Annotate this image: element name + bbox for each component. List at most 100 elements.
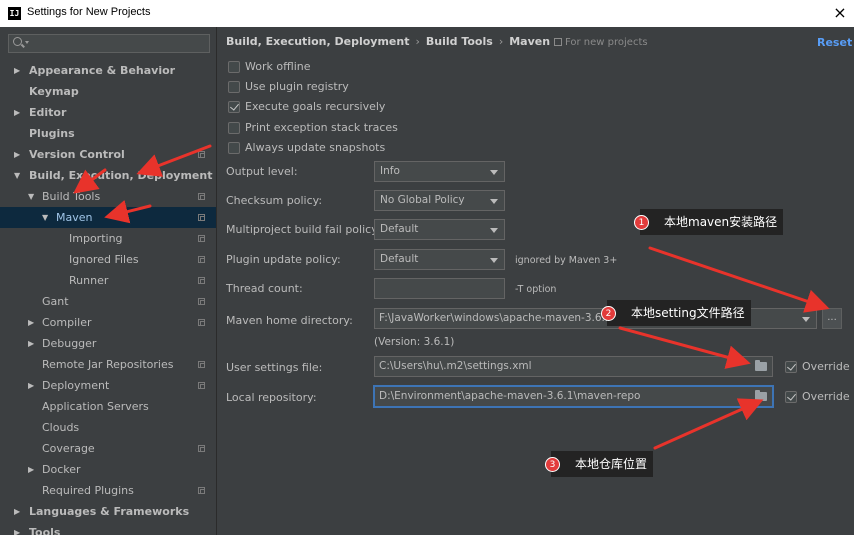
expand-arrow-right-icon[interactable]: ▶ <box>14 102 24 123</box>
checkbox-box[interactable] <box>228 122 240 134</box>
checkbox-box[interactable] <box>228 81 240 93</box>
expand-arrow-right-icon[interactable]: ▶ <box>28 312 38 333</box>
checkbox-label[interactable]: Use plugin registry <box>245 80 349 93</box>
sidebar-item-label: Plugins <box>29 127 75 140</box>
project-scope-icon <box>198 277 205 284</box>
sidebar-item-label: Debugger <box>42 337 97 350</box>
expand-arrow-right-icon[interactable]: ▶ <box>14 60 24 81</box>
for-new-projects-label: For new projects <box>565 37 648 48</box>
sidebar-item-maven[interactable]: ▼ Maven <box>0 207 216 228</box>
checkbox-label[interactable]: Always update snapshots <box>245 141 385 154</box>
sidebar-item-label: Tools <box>29 526 61 535</box>
sidebar-item-appearance-behavior[interactable]: ▶ Appearance & Behavior <box>0 60 216 81</box>
expand-arrow-right-icon[interactable]: ▶ <box>28 459 38 480</box>
expand-arrow-right-icon[interactable]: ▶ <box>14 501 24 522</box>
checkbox-box-checked[interactable] <box>228 101 240 113</box>
plugin-update-hint: ignored by Maven 3+ <box>515 255 618 266</box>
user-settings-label: User settings file: <box>226 361 323 374</box>
sidebar-item-label: Version Control <box>29 148 125 161</box>
checkbox-box-checked[interactable] <box>785 361 797 373</box>
sidebar-item-plugins[interactable]: Plugins <box>0 123 216 144</box>
expand-arrow-right-icon[interactable]: ▶ <box>14 144 24 165</box>
sidebar-item-runner[interactable]: Runner <box>0 270 216 291</box>
thread-count-hint: -T option <box>515 284 557 295</box>
expand-arrow-right-icon[interactable]: ▶ <box>28 333 38 354</box>
project-scope-icon <box>198 193 205 200</box>
annotation-callout-3: 3 本地仓库位置 <box>545 451 654 477</box>
sidebar-item-label: Keymap <box>29 85 79 98</box>
intellij-app-icon: IJ <box>8 7 21 20</box>
override-label[interactable]: Override <box>802 390 850 403</box>
thread-count-input[interactable] <box>374 278 505 299</box>
sidebar-item-required-plugins[interactable]: Required Plugins <box>0 480 216 501</box>
project-scope-icon <box>198 487 205 494</box>
folder-icon[interactable] <box>755 360 767 371</box>
project-scope-icon <box>198 151 205 158</box>
project-icon <box>554 38 562 46</box>
checkbox-box[interactable] <box>228 61 240 73</box>
close-button[interactable]: × <box>832 3 848 23</box>
breadcrumb-build-tools[interactable]: Build Tools <box>426 35 493 48</box>
sidebar-item-build-execution-deployment[interactable]: ▼ Build, Execution, Deployment <box>0 165 216 186</box>
sidebar-item-languages-frameworks[interactable]: ▶ Languages & Frameworks <box>0 501 216 522</box>
breadcrumb-separator: › <box>415 35 420 48</box>
plugin-update-policy-select[interactable]: Default <box>374 249 505 270</box>
window-title: Settings for New Projects <box>27 6 151 18</box>
sidebar-item-version-control[interactable]: ▶ Version Control <box>0 144 216 165</box>
plugin-update-policy-label: Plugin update policy: <box>226 253 341 266</box>
checksum-policy-select[interactable]: No Global Policy <box>374 190 505 211</box>
sidebar-item-coverage[interactable]: Coverage <box>0 438 216 459</box>
sidebar-item-clouds[interactable]: Clouds <box>0 417 216 438</box>
settings-tree: ▶ Appearance & Behavior Keymap ▶ Editor Plugi… <box>0 60 216 535</box>
checkbox-label[interactable]: Work offline <box>245 60 311 73</box>
sidebar-item-compiler[interactable]: ▶ Compiler <box>0 312 216 333</box>
expand-arrow-down-icon[interactable]: ▼ <box>14 165 24 186</box>
maven-home-value: F:\JavaWorker\windows\apache-maven-3.6.1 <box>379 312 612 324</box>
local-repository-label: Local repository: <box>226 391 317 404</box>
sidebar-item-editor[interactable]: ▶ Editor <box>0 102 216 123</box>
checkbox-box-checked[interactable] <box>785 391 797 403</box>
expand-arrow-right-icon[interactable]: ▶ <box>14 522 24 535</box>
chevron-down-icon <box>490 170 498 175</box>
local-repository-input[interactable]: D:\Environment\apache-maven-3.6.1\maven-… <box>374 386 773 407</box>
sidebar-item-build-tools[interactable]: ▼ Build Tools <box>0 186 216 207</box>
sidebar-item-ignored-files[interactable]: Ignored Files <box>0 249 216 270</box>
expand-arrow-down-icon[interactable]: ▼ <box>28 186 38 207</box>
annotation-callout-1: 1 本地maven安装路径 <box>634 209 784 235</box>
checksum-policy-value: No Global Policy <box>380 194 465 206</box>
breadcrumb-separator: › <box>498 35 504 48</box>
multiproject-fail-policy-select[interactable]: Default <box>374 219 505 240</box>
checkbox-label[interactable]: Execute goals recursively <box>245 100 385 113</box>
sidebar-item-gant[interactable]: Gant <box>0 291 216 312</box>
output-level-select[interactable]: Info <box>374 161 505 182</box>
maven-settings-panel: Build, Execution, Deployment › Build Tools… <box>217 27 854 535</box>
sidebar-item-docker[interactable]: ▶ Docker <box>0 459 216 480</box>
user-settings-input[interactable]: C:\Users\hu\.m2\settings.xml <box>374 356 773 377</box>
settings-sidebar: ▶ Appearance & Behavior Keymap ▶ Editor Plugi… <box>0 27 217 535</box>
expand-arrow-down-icon[interactable]: ▼ <box>42 207 52 228</box>
search-options-chevron-icon[interactable] <box>25 41 29 44</box>
sidebar-item-importing[interactable]: Importing <box>0 228 216 249</box>
sidebar-item-tools[interactable]: ▶ Tools <box>0 522 216 535</box>
search-input[interactable] <box>8 34 210 53</box>
chevron-down-icon[interactable] <box>802 317 810 322</box>
sidebar-item-deployment[interactable]: ▶ Deployment <box>0 375 216 396</box>
sidebar-item-label: Maven <box>56 211 93 224</box>
folder-icon[interactable] <box>755 390 767 401</box>
breadcrumb-build-execution-deployment[interactable]: Build, Execution, Deployment <box>226 35 409 48</box>
sidebar-item-keymap[interactable]: Keymap <box>0 81 216 102</box>
project-scope-icon <box>198 256 205 263</box>
multiproject-fail-policy-value: Default <box>380 223 419 235</box>
checkbox-box[interactable] <box>228 142 240 154</box>
sidebar-item-debugger[interactable]: ▶ Debugger <box>0 333 216 354</box>
sidebar-item-label: Application Servers <box>42 400 149 413</box>
maven-home-browse-button[interactable]: ... <box>822 308 842 329</box>
sidebar-item-application-servers[interactable]: Application Servers <box>0 396 216 417</box>
expand-arrow-right-icon[interactable]: ▶ <box>28 375 38 396</box>
sidebar-item-remote-jar-repositories[interactable]: Remote Jar Repositories <box>0 354 216 375</box>
maven-home-label: Maven home directory: <box>226 314 353 327</box>
reset-button[interactable]: Reset <box>817 36 852 49</box>
for-new-projects-note: For new projects <box>554 37 648 48</box>
checkbox-label[interactable]: Print exception stack traces <box>245 121 398 134</box>
override-label[interactable]: Override <box>802 360 850 373</box>
